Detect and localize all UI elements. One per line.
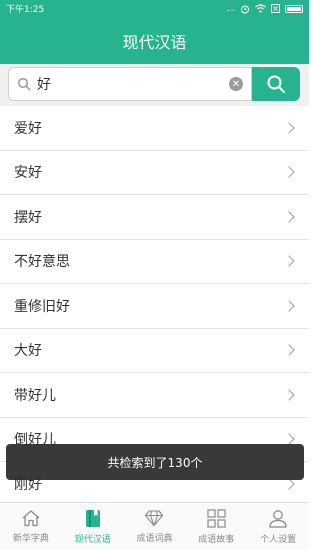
- page-title: 现代汉语: [122, 32, 187, 52]
- search-icon: [267, 75, 285, 93]
- search-button[interactable]: [252, 67, 300, 101]
- bottom-tab-bar: 新华字典 现代汉语 成语词典 成语故事 个人设置: [0, 502, 309, 550]
- chevron-right-icon: [283, 211, 295, 223]
- signal-off-icon: [271, 4, 280, 13]
- wifi-icon: [255, 4, 266, 13]
- list-item[interactable]: 摆好: [0, 195, 309, 240]
- chevron-right-icon: [283, 255, 295, 267]
- list-item-label: 爱好: [14, 120, 42, 137]
- status-dots: ...: [226, 3, 235, 14]
- tab-label: 新华字典: [12, 534, 49, 544]
- list-item-label: 带好儿: [14, 387, 56, 404]
- search-icon: [17, 77, 31, 91]
- list-item[interactable]: 大好: [0, 328, 309, 373]
- tab-modern-chinese[interactable]: 现代汉语: [62, 503, 124, 550]
- list-item[interactable]: 安好: [0, 150, 309, 195]
- house-icon: [22, 510, 40, 527]
- list-item-label: 不好意思: [14, 254, 70, 271]
- search-box[interactable]: ✕: [8, 67, 252, 101]
- chevron-right-icon: [283, 300, 295, 312]
- chevron-right-icon: [283, 166, 295, 178]
- list-item[interactable]: 重修旧好: [0, 284, 309, 329]
- list-item-label: 摆好: [14, 209, 42, 226]
- list-item[interactable]: 不好意思: [0, 239, 309, 284]
- toast-text: 共检索到了130个: [107, 455, 203, 470]
- diamond-icon: [145, 510, 164, 527]
- clear-search-button[interactable]: ✕: [229, 77, 243, 91]
- chevron-right-icon: [283, 344, 295, 356]
- tab-label: 成语词典: [136, 534, 173, 544]
- battery-icon: [285, 4, 303, 13]
- battery-fill: [287, 6, 301, 11]
- tab-label: 成语故事: [198, 534, 235, 545]
- tab-xinhua-dictionary[interactable]: 新华字典: [0, 503, 62, 550]
- alarm-icon: [241, 5, 249, 13]
- result-count-toast: 共检索到了130个: [6, 444, 304, 480]
- tab-idiom-dictionary[interactable]: 成语词典: [124, 503, 186, 550]
- list-item-label: 大好: [14, 343, 42, 360]
- grid-icon: [207, 508, 226, 528]
- list-item[interactable]: 带好儿: [0, 373, 309, 418]
- book-icon: [85, 509, 100, 527]
- list-item-label: 安好: [14, 165, 42, 182]
- status-bar: 下午1:25 ...: [0, 0, 309, 17]
- search-bar: ✕: [0, 64, 309, 106]
- status-time: 下午1:25: [6, 5, 45, 15]
- list-item[interactable]: 爱好: [0, 106, 309, 151]
- title-bar: 现代汉语: [0, 17, 309, 64]
- chevron-right-icon: [283, 389, 295, 401]
- search-input[interactable]: [37, 76, 217, 92]
- person-icon: [269, 509, 287, 528]
- tab-label: 现代汉语: [74, 534, 111, 545]
- tab-idiom-stories[interactable]: 成语故事: [185, 503, 247, 550]
- tab-personal-settings[interactable]: 个人设置: [247, 503, 309, 550]
- list-item-label: 重修旧好: [14, 298, 70, 315]
- tab-label: 个人设置: [260, 534, 297, 545]
- close-icon: ✕: [231, 78, 241, 90]
- status-icons: ...: [226, 4, 303, 14]
- chevron-right-icon: [283, 122, 295, 134]
